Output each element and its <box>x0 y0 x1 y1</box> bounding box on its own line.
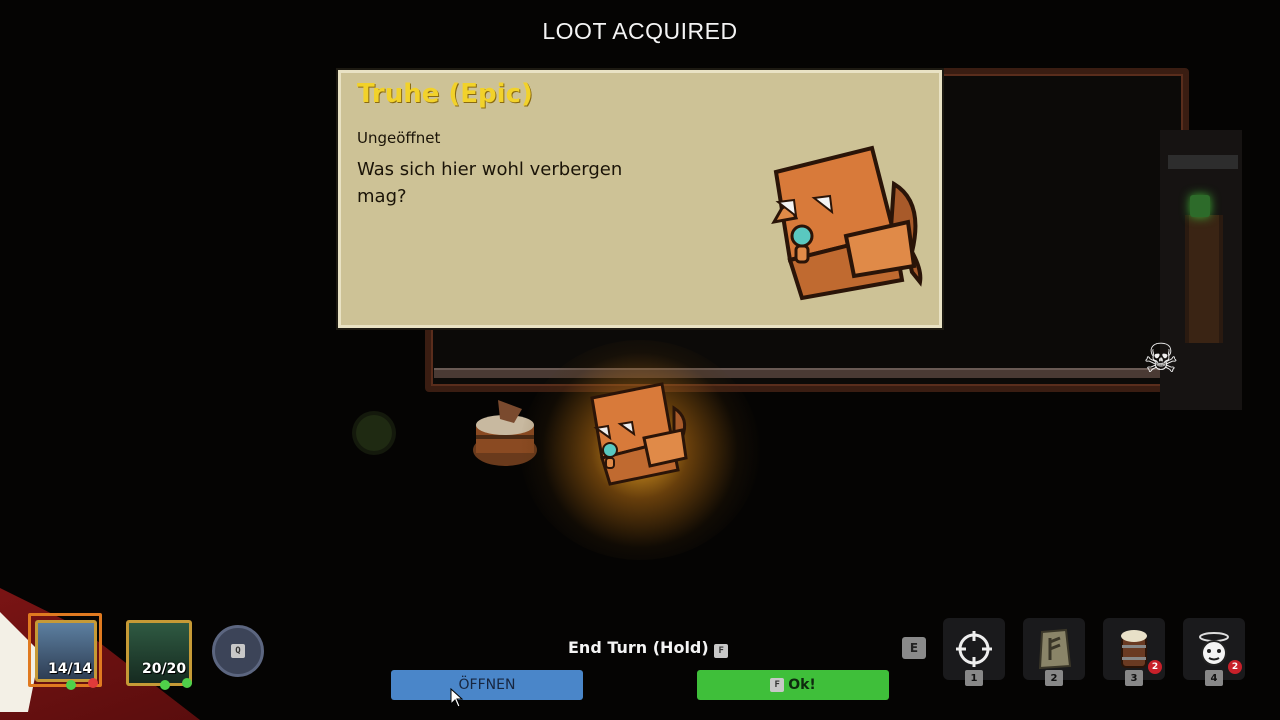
end-turn-label[interactable]: End Turn (Hold) F <box>568 638 729 658</box>
ok-key: F <box>770 678 785 692</box>
slot-4-badge: 2 <box>1228 660 1242 674</box>
green-gem-icon <box>182 678 192 688</box>
lantern-icon <box>1190 195 1210 217</box>
swap-key: Q <box>231 644 245 658</box>
slot-4-key: 4 <box>1205 670 1223 686</box>
green-gem-icon <box>160 680 170 690</box>
ok-label: Ok! <box>788 677 816 693</box>
spiky-mine-icon <box>356 415 392 451</box>
slot-3-key: 3 <box>1125 670 1143 686</box>
rune-stone-icon <box>1038 628 1072 670</box>
red-gem-icon <box>88 678 98 688</box>
slot-1-key: 1 <box>965 670 983 686</box>
end-turn-key: F <box>714 644 729 658</box>
pillar-column <box>1185 215 1223 343</box>
item-description: Was sich hier wohl verbergen mag? <box>357 159 623 207</box>
page-title: LOOT ACQUIRED <box>542 18 738 44</box>
item-name: Truhe (Epic) <box>357 79 533 109</box>
ok-button[interactable]: F Ok! <box>697 670 889 700</box>
hero-2-hp: 20/20 <box>142 661 187 677</box>
swap-hero-button[interactable]: Q <box>212 625 264 677</box>
skull-icon[interactable]: ☠ <box>1143 336 1179 382</box>
epic-chest-icon[interactable] <box>582 378 692 486</box>
open-button[interactable]: ÖFFNEN <box>391 670 583 700</box>
pillar-cap <box>1168 155 1238 169</box>
room-floor <box>434 368 1179 378</box>
crosshair-icon <box>956 631 992 667</box>
slot-3-badge: 2 <box>1148 660 1162 674</box>
hero-1-hp: 14/14 <box>48 661 93 677</box>
chest-preview-icon <box>771 145 923 301</box>
green-gem-icon <box>66 680 76 690</box>
item-state: Ungeöffnet <box>357 129 441 147</box>
mouse-cursor-icon <box>450 688 464 708</box>
beer-keg-icon <box>1121 630 1147 668</box>
ability-key: E <box>902 637 926 659</box>
end-turn-text: End Turn (Hold) <box>568 638 709 657</box>
slot-2-key: 2 <box>1045 670 1063 686</box>
